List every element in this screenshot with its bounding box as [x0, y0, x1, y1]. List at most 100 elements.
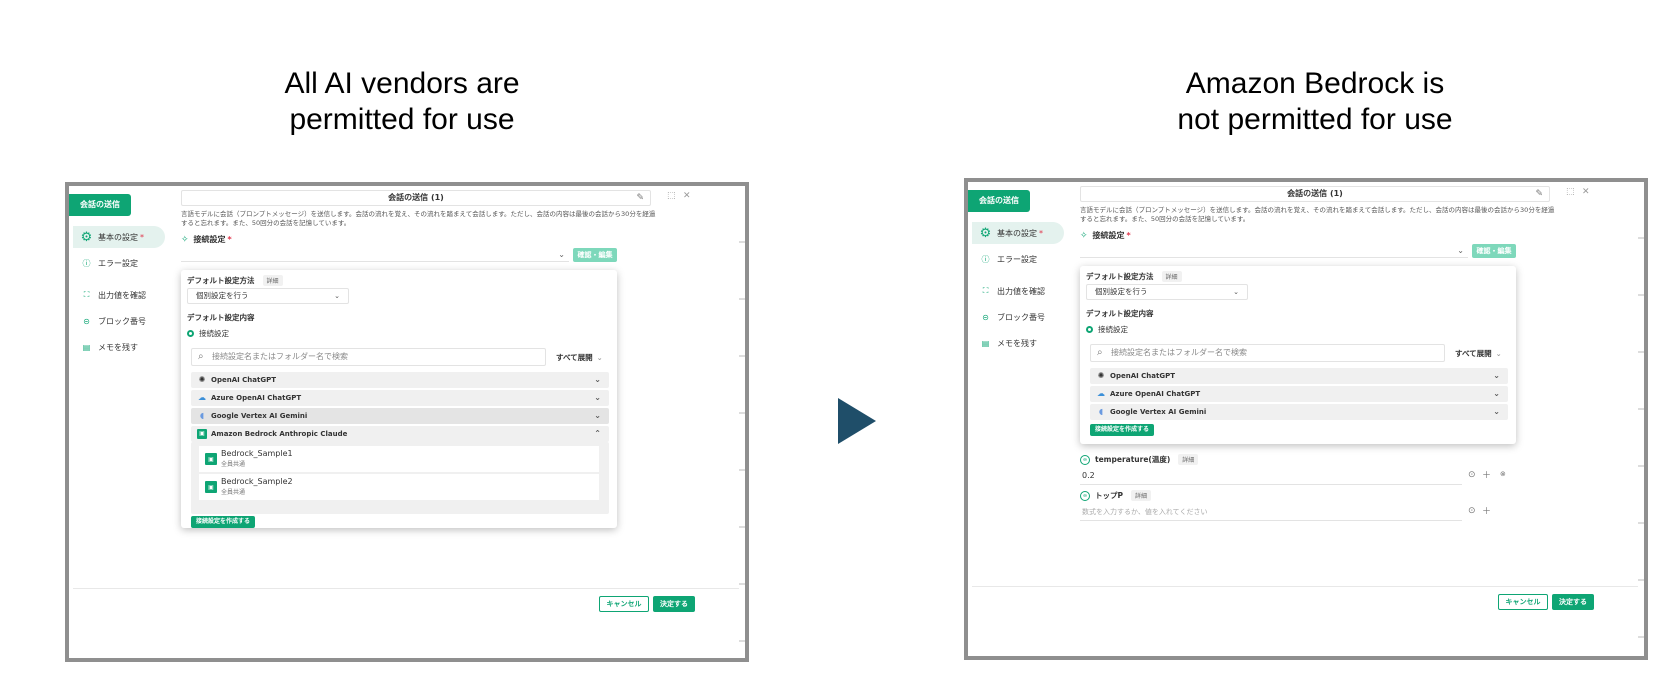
- list-item[interactable]: ▣ Bedrock_Sample1 全員共通: [199, 446, 599, 472]
- chevron-down-icon: ⌄: [1495, 350, 1502, 358]
- expand-icon[interactable]: ⬚: [1566, 187, 1575, 197]
- pencil-icon[interactable]: ✎: [1535, 187, 1543, 201]
- page-title[interactable]: 会話の送信 (1) ✎: [1080, 186, 1550, 202]
- variable-icon[interactable]: ⊙: [1468, 506, 1476, 516]
- vendor-gcp[interactable]: ◖ Google Vertex AI Gemini ⌄: [191, 408, 609, 424]
- send-conversation-tab[interactable]: 会話の送信: [968, 190, 1030, 212]
- cloud-icon: ☁: [1097, 389, 1105, 398]
- default-method-label: デフォルト設定方法 詳細: [1086, 271, 1182, 282]
- right-edge: [1638, 182, 1644, 656]
- expand-icon[interactable]: ⬚: [667, 191, 676, 201]
- gemini-icon: ◖: [199, 411, 205, 420]
- clear-icon[interactable]: ⊗: [1500, 470, 1506, 478]
- search-icon: ⌕: [198, 351, 204, 362]
- right-screenshot: 会話の送信 ⚙ 基本の設定 * ⓘ エラー設定 ⛶ 出力値を確認 ⊝ ブロック番号 ▤ メモ…: [964, 178, 1648, 660]
- sparkle-icon: ✧: [181, 234, 189, 245]
- frame-icon: ⛶: [982, 286, 989, 295]
- connection-select[interactable]: ⌄: [181, 248, 569, 262]
- detail-badge[interactable]: 詳細: [262, 275, 283, 286]
- chevron-down-icon: ⌄: [1493, 407, 1500, 416]
- detail-badge[interactable]: 詳細: [1178, 454, 1199, 465]
- plus-icon[interactable]: ＋: [1482, 504, 1491, 517]
- detail-badge[interactable]: 詳細: [1131, 490, 1152, 501]
- connection-radio[interactable]: 接続設定: [1086, 324, 1128, 335]
- sidebar-item-block-number[interactable]: ⊝ ブロック番号: [73, 310, 165, 332]
- connection-label: ✧ 接続設定 *: [181, 234, 232, 245]
- bedrock-icon: ▣: [197, 429, 207, 439]
- cancel-button[interactable]: キャンセル: [599, 596, 649, 612]
- connection-radio[interactable]: 接続設定: [187, 328, 229, 339]
- search-input[interactable]: ⌕ 接続設定名またはフォルダー名で検索: [1090, 344, 1445, 362]
- openai-icon: ✺: [198, 375, 206, 384]
- temperature-label: ∞ temperature(温度) 詳細: [1080, 454, 1199, 465]
- description: 言語モデルに会話（プロンプトメッセージ）を送信します。会話の流れを覚え、その流れ…: [1080, 206, 1555, 223]
- pencil-icon[interactable]: ✎: [636, 191, 644, 205]
- confirm-edit-button[interactable]: 確認・編集: [573, 248, 617, 262]
- default-content-label: デフォルト設定内容: [1086, 309, 1154, 318]
- variable-icon[interactable]: ⊙: [1468, 470, 1476, 480]
- sidebar-item-memo[interactable]: ▤ メモを残す: [73, 336, 165, 358]
- cancel-button[interactable]: キャンセル: [1498, 594, 1548, 610]
- connection-dropdown-panel: デフォルト設定方法 詳細 個別設定を行う ⌄ デフォルト設定内容 接続設定 ⌕ 接続設…: [1080, 266, 1516, 444]
- page-title[interactable]: 会話の送信 (1) ✎: [181, 190, 651, 206]
- vendor-openai[interactable]: ✺ OpenAI ChatGPT ⌄: [1090, 368, 1508, 384]
- sidebar-item-error[interactable]: ⓘ エラー設定: [972, 248, 1064, 270]
- search-input[interactable]: ⌕ 接続設定名またはフォルダー名で検索: [191, 348, 546, 366]
- number-icon: ⊝: [982, 312, 989, 322]
- top-p-label: ∞ トップP 詳細: [1080, 490, 1152, 501]
- vendor-aws[interactable]: ▣ Amazon Bedrock Anthropic Claude ⌃: [191, 426, 609, 442]
- radio-icon: [1086, 326, 1093, 333]
- detail-badge[interactable]: 詳細: [1161, 271, 1182, 282]
- footer-divider: [972, 586, 1638, 587]
- footer-divider: [73, 588, 739, 589]
- gear-icon: ⚙: [979, 225, 992, 241]
- confirm-edit-button[interactable]: 確認・編集: [1472, 244, 1516, 258]
- chevron-down-icon: ⌄: [596, 354, 603, 362]
- close-icon[interactable]: ✕: [1582, 187, 1590, 197]
- expand-all-button[interactable]: すべて展開 ⌄: [556, 352, 603, 363]
- method-select[interactable]: 個別設定を行う ⌄: [187, 288, 349, 304]
- ok-button[interactable]: 決定する: [653, 596, 695, 612]
- info-icon: ⓘ: [981, 254, 990, 264]
- right-edge: [739, 186, 745, 658]
- chevron-down-icon: ⌄: [1493, 371, 1500, 380]
- top-p-input[interactable]: 数式を入力するか、値を入れてください: [1080, 503, 1462, 521]
- right-caption-line1: Amazon Bedrock is: [1185, 67, 1445, 100]
- sidebar-item-block-number[interactable]: ⊝ ブロック番号: [972, 306, 1064, 328]
- temperature-input[interactable]: 0.2: [1080, 467, 1462, 485]
- left-caption: All AI vendors are permitted for use: [152, 66, 652, 138]
- chevron-down-icon: ⌄: [558, 250, 565, 259]
- close-icon[interactable]: ✕: [683, 191, 691, 201]
- vendor-azure[interactable]: ☁ Azure OpenAI ChatGPT ⌄: [1090, 386, 1508, 402]
- radio-icon: [187, 330, 194, 337]
- vendor-openai[interactable]: ✺ OpenAI ChatGPT ⌄: [191, 372, 609, 388]
- send-conversation-tab[interactable]: 会話の送信: [69, 194, 131, 216]
- sidebar-item-error[interactable]: ⓘ エラー設定: [73, 252, 165, 274]
- method-select[interactable]: 個別設定を行う ⌄: [1086, 284, 1248, 300]
- sidebar-item-memo[interactable]: ▤ メモを残す: [972, 332, 1064, 354]
- default-method-label: デフォルト設定方法 詳細: [187, 275, 283, 286]
- chevron-down-icon: ⌄: [594, 411, 601, 420]
- connection-select[interactable]: ⌄: [1080, 244, 1468, 258]
- sidebar-item-basic[interactable]: ⚙ 基本の設定 *: [73, 226, 165, 248]
- vendor-azure[interactable]: ☁ Azure OpenAI ChatGPT ⌄: [191, 390, 609, 406]
- expand-all-button[interactable]: すべて展開 ⌄: [1455, 348, 1502, 359]
- vendor-gcp[interactable]: ◖ Google Vertex AI Gemini ⌄: [1090, 404, 1508, 420]
- list-item[interactable]: ▣ Bedrock_Sample2 全員共通: [199, 474, 599, 500]
- bedrock-icon: ▣: [205, 481, 217, 493]
- connection-dropdown-panel: デフォルト設定方法 詳細 個別設定を行う ⌄ デフォルト設定内容 接続設定 ⌕ 接続設…: [181, 270, 617, 528]
- plus-icon[interactable]: ＋: [1482, 468, 1491, 481]
- sidebar-item-basic[interactable]: ⚙ 基本の設定 *: [972, 222, 1064, 244]
- ok-button[interactable]: 決定する: [1552, 594, 1594, 610]
- create-connection-button[interactable]: 接続設定を作成する: [1090, 424, 1155, 436]
- note-icon: ▤: [981, 338, 990, 348]
- left-screenshot: 会話の送信 ⚙ 基本の設定 * ⓘ エラー設定 ⛶ 出力値を確認 ⊝ ブロック番号 ▤ メモ…: [65, 182, 749, 662]
- cloud-icon: ☁: [198, 393, 206, 402]
- sidebar-item-output[interactable]: ⛶ 出力値を確認: [972, 280, 1064, 302]
- create-connection-button[interactable]: 接続設定を作成する: [191, 516, 256, 528]
- chevron-up-icon: ⌃: [594, 429, 601, 438]
- gear-icon: ⚙: [80, 229, 93, 245]
- sidebar-item-output[interactable]: ⛶ 出力値を確認: [73, 284, 165, 306]
- sidebar: ⚙ 基本の設定 * ⓘ エラー設定 ⛶ 出力値を確認 ⊝ ブロック番号 ▤ メモを残す: [972, 222, 1064, 358]
- info-icon: ⓘ: [82, 258, 91, 268]
